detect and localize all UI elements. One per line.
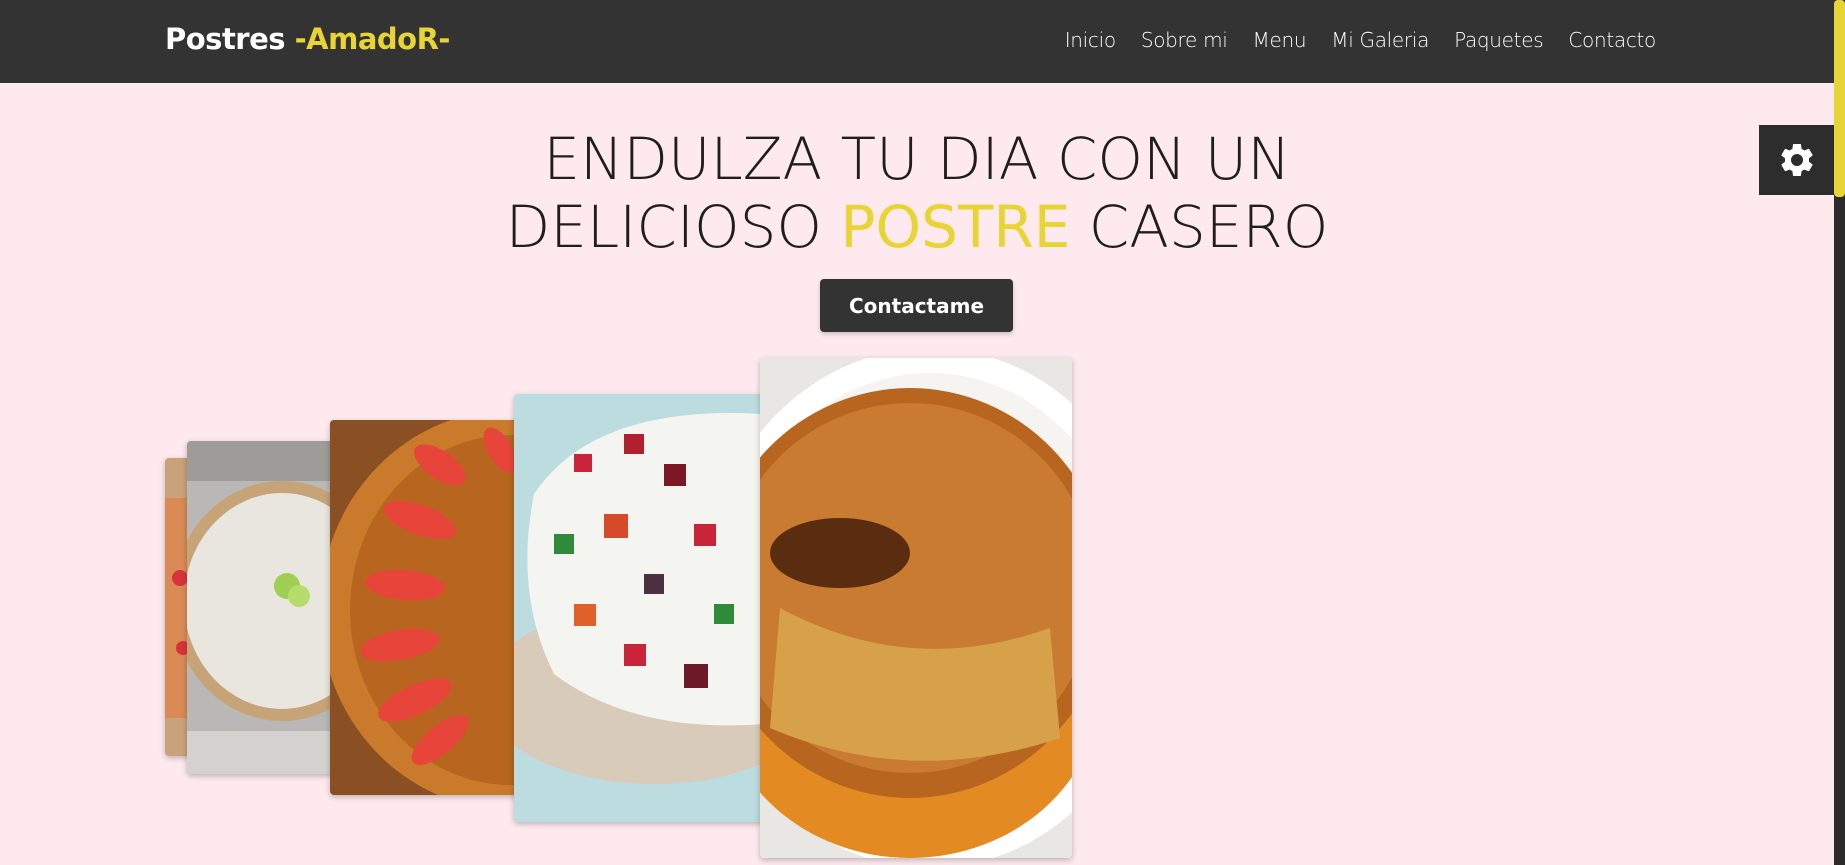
- brand-accent: -AmadoR-: [294, 22, 451, 56]
- hero-line-1: ENDULZA TU DIA CON UN: [543, 125, 1291, 193]
- mosaic-gelatin-card[interactable]: [514, 394, 764, 822]
- hero-title: ENDULZA TU DIA CON UN DELICIOSO POSTRE C…: [0, 125, 1834, 261]
- hero-line-2b: CASERO: [1070, 193, 1329, 261]
- flan-card[interactable]: [760, 358, 1072, 858]
- contact-button[interactable]: Contactame: [820, 279, 1013, 332]
- navbar: Postres -AmadoR- Inicio Sobre mi Menu Mi…: [0, 0, 1834, 83]
- brand-prefix: Postres: [165, 22, 295, 56]
- hero-accent-word: POSTRE: [840, 193, 1071, 261]
- hero-line-2a: DELICIOSO: [505, 193, 841, 261]
- main-nav: Inicio Sobre mi Menu Mi Galeria Paquetes…: [1065, 28, 1657, 52]
- scrollbar-thumb[interactable]: [1834, 0, 1845, 197]
- brand-logo[interactable]: Postres -AmadoR-: [165, 22, 450, 56]
- nav-sobre-mi[interactable]: Sobre mi: [1141, 28, 1228, 52]
- nav-mi-galeria[interactable]: Mi Galeria: [1331, 28, 1429, 52]
- nav-inicio[interactable]: Inicio: [1065, 28, 1116, 52]
- lime-pie-card[interactable]: [187, 441, 333, 774]
- strawberry-jelly-card[interactable]: [330, 420, 520, 795]
- nav-paquetes[interactable]: Paquetes: [1454, 28, 1544, 52]
- nav-menu[interactable]: Menu: [1253, 28, 1307, 52]
- nav-contacto[interactable]: Contacto: [1568, 28, 1656, 52]
